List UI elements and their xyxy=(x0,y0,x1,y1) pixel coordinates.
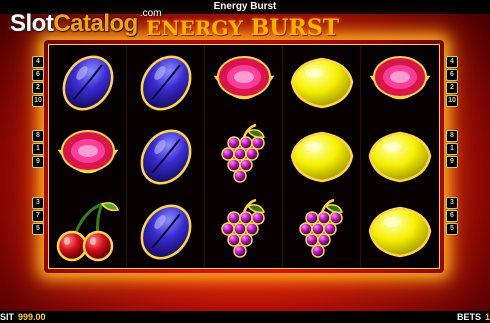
watermelon-icon xyxy=(52,123,124,189)
grapes-icon xyxy=(286,198,358,264)
payline-number-left[interactable]: 10 xyxy=(32,95,44,107)
game-logo: ENERGY BURST xyxy=(146,14,339,42)
reel-cell xyxy=(205,119,283,194)
credit-value: 999.00 xyxy=(18,312,46,322)
payline-number-left[interactable]: 7 xyxy=(32,210,44,222)
payline-number-right[interactable]: 8 xyxy=(446,130,458,142)
payline-number-right[interactable]: 10 xyxy=(446,95,458,107)
reel-cell xyxy=(205,45,283,120)
payline-group: 4 6 2 10 xyxy=(446,56,458,108)
credit-label: SIT xyxy=(0,312,15,322)
reel-cell xyxy=(49,193,127,268)
plum-icon xyxy=(130,123,202,189)
lemon-icon xyxy=(364,123,436,189)
payline-number-right[interactable]: 5 xyxy=(446,223,458,235)
reel-cell xyxy=(127,193,205,268)
slotcatalog-watermark: Slot Catalog .com xyxy=(10,8,162,40)
reel-cell xyxy=(127,119,205,194)
plum-icon xyxy=(130,49,202,115)
payline-number-right[interactable]: 4 xyxy=(446,56,458,68)
payline-number-left[interactable]: 2 xyxy=(32,82,44,94)
reel-cell xyxy=(205,193,283,268)
lemon-icon xyxy=(364,198,436,264)
reel-cell xyxy=(127,45,205,120)
payline-number-left[interactable]: 8 xyxy=(32,130,44,142)
reel-cell xyxy=(49,119,127,194)
reel-cell xyxy=(283,193,361,268)
watermelon-icon xyxy=(364,49,436,115)
payline-group: 375 xyxy=(32,197,44,236)
payline-group: 819 xyxy=(446,130,458,169)
payline-number-right[interactable]: 2 xyxy=(446,82,458,94)
credit-display: SIT 999.00 xyxy=(0,311,46,323)
payline-number-left[interactable]: 4 xyxy=(32,56,44,68)
lemon-icon xyxy=(286,49,358,115)
bets-value: 1 xyxy=(484,312,490,322)
reel-cell xyxy=(283,119,361,194)
bets-label: BETS xyxy=(456,312,481,322)
watermark-catalog: Catalog xyxy=(53,10,138,37)
payline-group: 4 6 2 10 xyxy=(32,56,44,108)
payline-number-right[interactable]: 6 xyxy=(446,210,458,222)
payline-group: 365 xyxy=(446,197,458,236)
reel-grid xyxy=(48,44,440,269)
grapes-icon xyxy=(208,123,280,189)
grapes-icon xyxy=(208,198,280,264)
plum-icon xyxy=(52,49,124,115)
lemon-icon xyxy=(286,123,358,189)
bets-display: BETS 1 xyxy=(457,311,490,323)
payline-number-right[interactable]: 3 xyxy=(446,197,458,209)
payline-number-left[interactable]: 3 xyxy=(32,197,44,209)
payline-number-right[interactable]: 1 xyxy=(446,143,458,155)
reel-cell xyxy=(361,45,439,119)
payline-group: 819 xyxy=(32,130,44,169)
plum-icon xyxy=(130,198,202,264)
payline-number-right[interactable]: 9 xyxy=(446,156,458,168)
reel-cell xyxy=(361,119,439,193)
reel-cell xyxy=(49,45,127,120)
watermark-slot: Slot xyxy=(10,10,54,37)
game-window: Energy Burst Slot Catalog .com ENERGY BU… xyxy=(0,0,490,323)
reel-cell xyxy=(361,194,439,268)
watermelon-icon xyxy=(208,49,280,115)
payline-indicators-left: 4 6 2 10 8 1 9 3 7 5 xyxy=(32,56,44,270)
payline-number-left[interactable]: 6 xyxy=(32,69,44,81)
payline-number-right[interactable]: 6 xyxy=(446,69,458,81)
reel-cell xyxy=(283,45,361,120)
watermark-com: .com xyxy=(139,8,162,19)
payline-indicators-right: 4 6 2 10 8 1 9 3 6 5 xyxy=(446,56,458,270)
payline-number-left[interactable]: 1 xyxy=(32,143,44,155)
status-bar: SIT 999.00 BETS 1 xyxy=(0,311,490,323)
payline-number-left[interactable]: 9 xyxy=(32,156,44,168)
payline-number-left[interactable]: 5 xyxy=(32,223,44,235)
cherries-icon xyxy=(52,198,124,264)
logo-burst: BURST xyxy=(250,15,340,41)
